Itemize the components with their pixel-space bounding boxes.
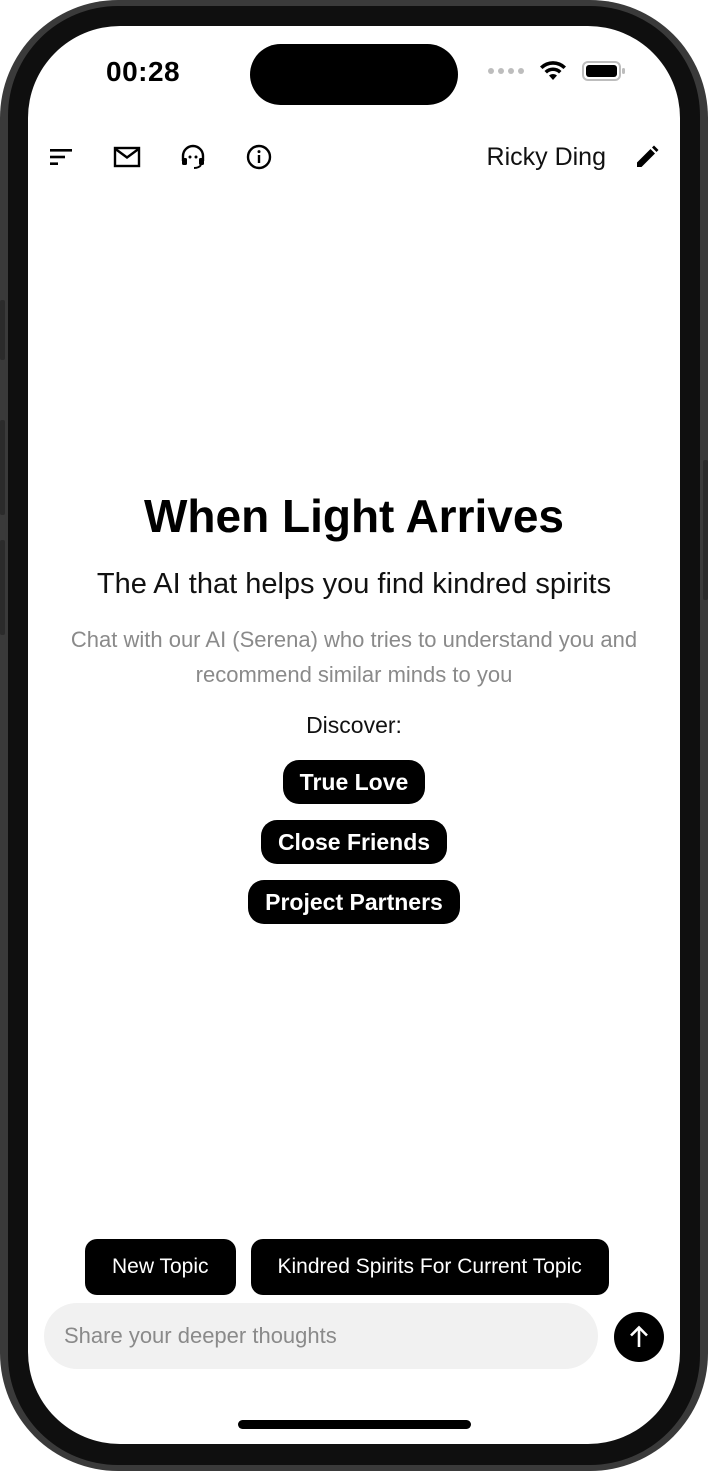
message-composer: [44, 1303, 598, 1369]
volume-up-button: [0, 420, 5, 515]
discover-options: True Love Close Friends Project Partners: [28, 760, 680, 924]
edit-icon[interactable]: [632, 142, 662, 172]
info-icon[interactable]: [244, 142, 274, 172]
home-indicator: [238, 1420, 471, 1429]
wifi-icon: [540, 61, 566, 80]
project-partners-button[interactable]: Project Partners: [248, 880, 460, 924]
discover-label: Discover:: [306, 712, 402, 738]
power-button: [703, 460, 708, 600]
message-input[interactable]: [44, 1303, 594, 1369]
signal-icon: [488, 68, 524, 74]
hero-section: When Light Arrives The AI that helps you…: [28, 488, 680, 924]
support-icon[interactable]: [178, 142, 208, 172]
close-friends-button[interactable]: Close Friends: [260, 820, 448, 864]
new-topic-button[interactable]: New Topic: [85, 1239, 236, 1295]
dynamic-island: [250, 44, 458, 105]
battery-icon: [582, 61, 625, 81]
hero-description: Chat with our AI (Serena) who tries to u…: [70, 627, 638, 687]
user-name[interactable]: Ricky Ding: [487, 143, 606, 172]
kindred-spirits-button[interactable]: Kindred Spirits For Current Topic: [250, 1239, 609, 1295]
status-indicators: [488, 60, 626, 82]
true-love-button[interactable]: True Love: [282, 760, 426, 804]
phone-frame: 00:28 Ricky Ding When Light Arrives The …: [0, 0, 708, 1471]
top-bar: Ricky Ding: [28, 136, 680, 178]
volume-down-button: [0, 540, 5, 635]
app-screen: 00:28 Ricky Ding When Light Arrives The …: [28, 26, 680, 1444]
side-button: [0, 300, 5, 360]
send-button[interactable]: [614, 1312, 664, 1362]
sort-icon[interactable]: [46, 142, 76, 172]
status-time: 00:28: [106, 56, 181, 87]
hero-subtitle: The AI that helps you find kindred spiri…: [96, 568, 612, 600]
mail-icon[interactable]: [112, 142, 142, 172]
hero-title: When Light Arrives: [144, 490, 564, 542]
arrow-up-icon: [630, 1325, 648, 1347]
action-bar: New Topic Kindred Spirits For Current To…: [85, 1239, 609, 1295]
